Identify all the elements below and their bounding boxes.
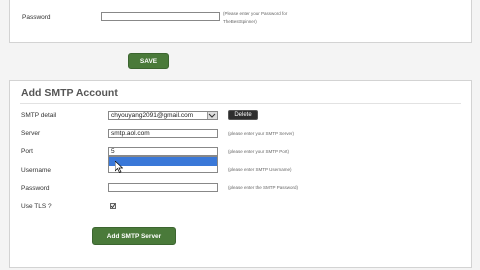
smtp-detail-select[interactable]: chyouyang2091@gmail.com — [108, 111, 218, 120]
port-field[interactable]: 5 — [108, 147, 218, 156]
server-label: Server — [21, 130, 41, 137]
port-label: Port — [21, 148, 33, 155]
chevron-down-icon[interactable] — [207, 112, 217, 119]
mouse-pointer-icon — [114, 160, 124, 178]
tls-label: Use TLS ? — [21, 203, 52, 210]
smtp-password-field[interactable] — [108, 183, 218, 192]
delete-button[interactable]: Delete — [228, 110, 258, 120]
add-smtp-server-button[interactable]: Add SMTP Server — [92, 227, 176, 245]
title-divider — [20, 103, 461, 104]
autocomplete-option[interactable] — [109, 157, 217, 166]
server-hint: (please enter your SMTP Server) — [228, 131, 294, 136]
panel-title: Add SMTP Account — [21, 87, 118, 99]
password-field[interactable] — [101, 12, 220, 21]
account-settings-panel: Password (Please enter your Password for… — [9, 0, 472, 43]
tls-checkbox[interactable] — [110, 203, 116, 209]
server-field[interactable]: smtp.aol.com — [108, 129, 218, 138]
username-label: Username — [21, 167, 51, 174]
username-hint: (please enter SMTP Username) — [228, 167, 292, 172]
port-hint: (please enter your SMTP Port) — [228, 149, 289, 154]
autocomplete-dropdown[interactable] — [108, 156, 218, 173]
save-button[interactable]: SAVE — [128, 53, 169, 69]
smtp-detail-value: chyouyang2091@gmail.com — [111, 112, 194, 119]
password-label: Password — [22, 14, 51, 21]
smtp-account-panel: Add SMTP Account SMTP detail chyouyang20… — [9, 80, 472, 268]
password-hint: (Please enter your Password for TheBestS… — [223, 11, 288, 24]
smtp-password-label: Password — [21, 185, 50, 192]
smtp-detail-label: SMTP detail — [21, 112, 57, 119]
smtp-password-hint: (please enter the SMTP Password) — [228, 185, 298, 190]
